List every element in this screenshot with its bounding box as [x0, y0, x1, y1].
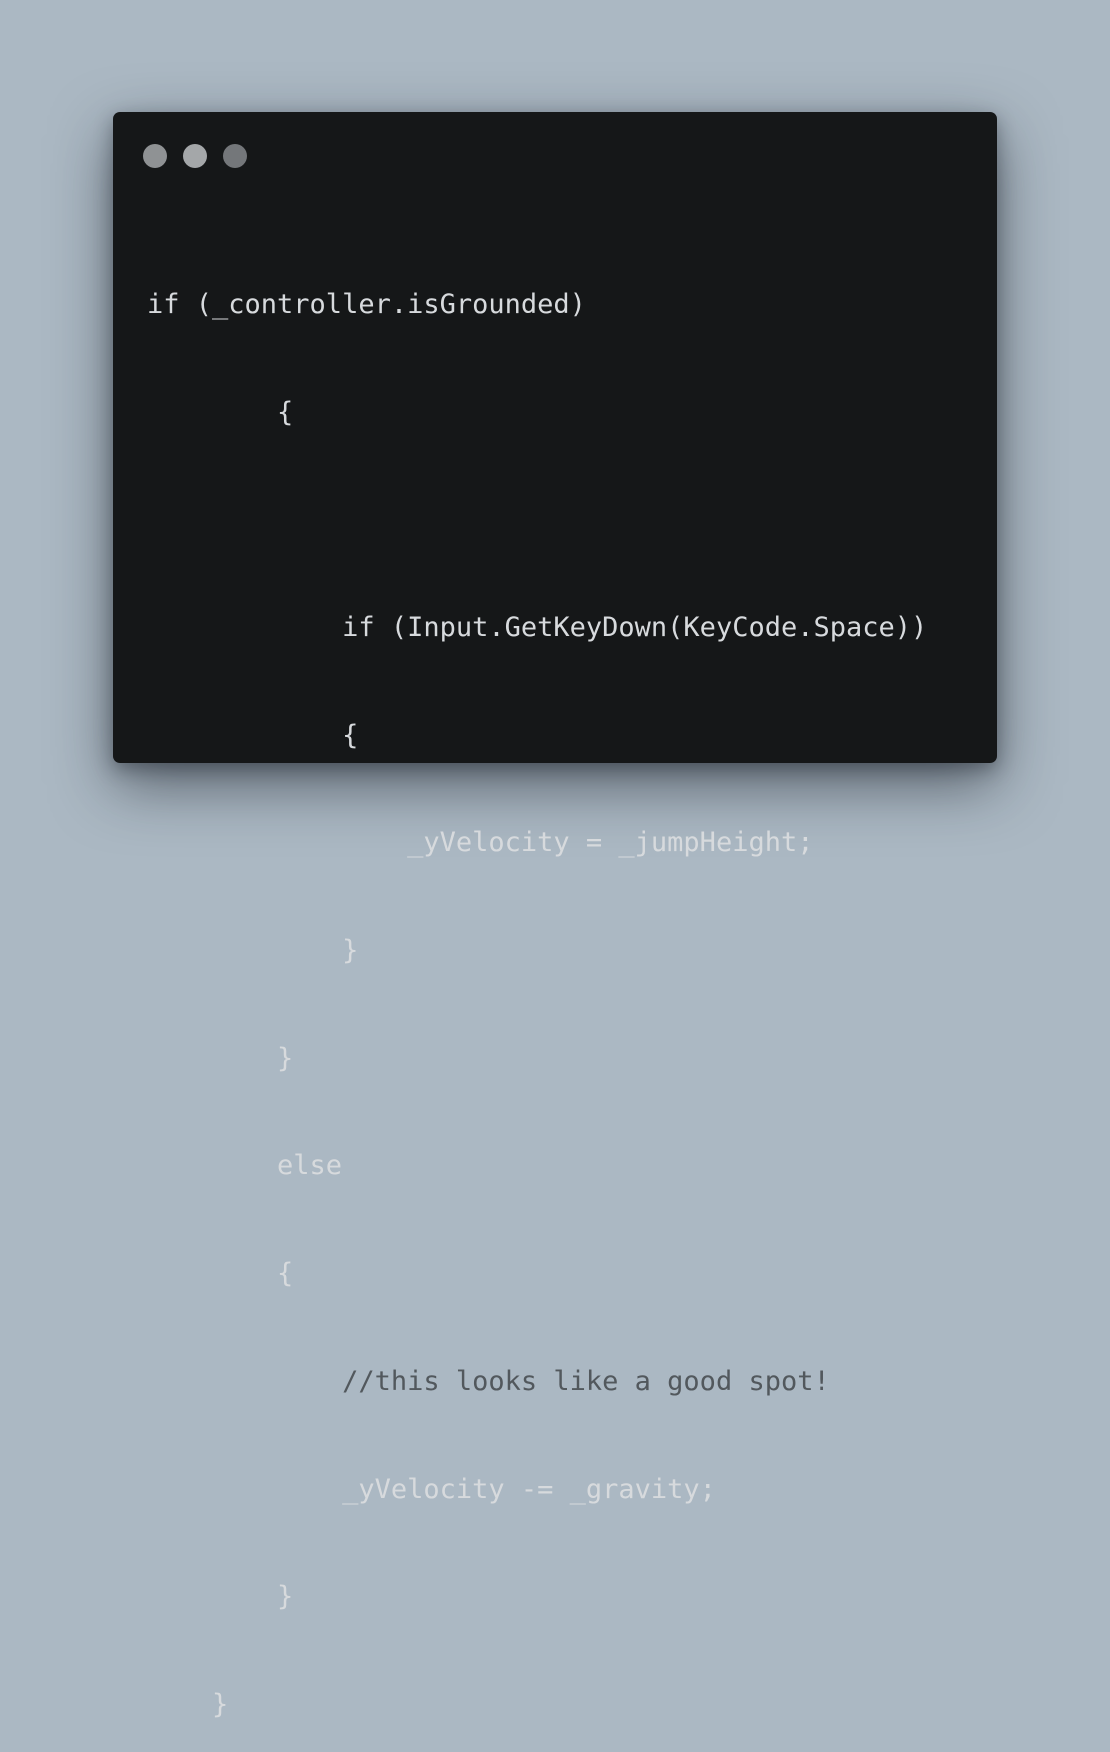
code-line: if (_controller.isGrounded)	[147, 288, 586, 320]
minimize-dot-icon	[183, 144, 207, 168]
window-controls	[143, 144, 247, 168]
code-line: _yVelocity -= _gravity;	[147, 1473, 716, 1505]
code-line: }	[147, 1688, 229, 1720]
code-comment-line: //this looks like a good spot!	[147, 1365, 830, 1397]
code-line: if (Input.GetKeyDown(KeyCode.Space))	[147, 611, 928, 643]
code-line: {	[147, 1258, 294, 1290]
code-line: {	[147, 719, 359, 751]
code-line: }	[147, 1042, 294, 1074]
code-line: _yVelocity = _jumpHeight;	[147, 827, 814, 859]
code-line: {	[147, 396, 294, 428]
code-line: }	[147, 1581, 294, 1613]
code-line: else	[147, 1150, 343, 1182]
code-block: if (_controller.isGrounded) { if (Input.…	[147, 215, 927, 1752]
close-dot-icon	[143, 144, 167, 168]
code-line: }	[147, 935, 359, 967]
maximize-dot-icon	[223, 144, 247, 168]
code-window: if (_controller.isGrounded) { if (Input.…	[113, 112, 997, 1720]
